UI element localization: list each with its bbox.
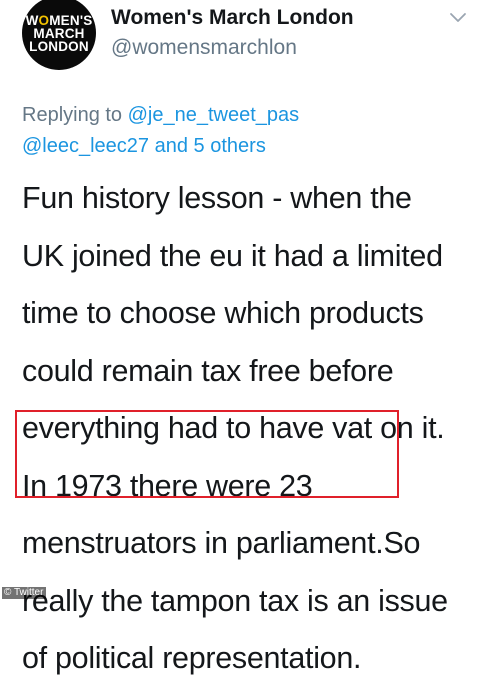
tweet-body-line: really the tampon tax is an issue xyxy=(22,583,448,618)
author-handle[interactable]: @womensmarchlon xyxy=(111,36,297,60)
tweet-body-line: UK joined the eu it had a limited xyxy=(22,238,443,273)
replying-to: Replying to @je_ne_tweet_pas @leec_leec27… xyxy=(22,100,467,162)
image-credit-watermark: © Twitter xyxy=(2,587,47,599)
tweet-body-line: everything had to have vat on it. xyxy=(22,411,445,445)
tweet-body-line: Fun history lesson - when the xyxy=(22,181,412,215)
author-display-name[interactable]: Women's March London xyxy=(111,6,354,30)
tweet-body-line: In 1973 there were 23 xyxy=(22,468,313,503)
mention-link[interactable]: @je_ne_tweet_pas xyxy=(128,104,300,126)
tweet-body-line: menstruators in parliament.So xyxy=(22,515,482,573)
tweet: WOMEN'S MARCH LONDON Women's March Londo… xyxy=(0,0,485,675)
tweet-body-line: time to choose which products xyxy=(22,296,424,330)
tweet-body: Fun history lesson - when the UK joined … xyxy=(22,170,482,688)
tweet-body-line-part: So xyxy=(383,526,421,560)
others-link[interactable]: 5 others xyxy=(194,135,266,157)
tweet-body-line: of political representation. xyxy=(22,641,362,675)
avatar-logo-line-1: WOMEN'S xyxy=(25,12,93,28)
replying-prefix: Replying to xyxy=(22,104,128,126)
avatar-logo-line-2: MARCH xyxy=(33,25,85,41)
avatar[interactable]: WOMEN'S MARCH LONDON xyxy=(22,0,96,70)
avatar-logo-line-3: LONDON xyxy=(29,38,89,54)
replying-joiner: and xyxy=(149,135,194,157)
mention-link[interactable]: @leec_leec27 xyxy=(22,135,149,157)
tweet-body-line-part: menstruators in parliament. xyxy=(22,526,384,560)
chevron-down-icon[interactable] xyxy=(449,12,467,24)
tweet-body-line: could remain tax free before xyxy=(22,353,394,388)
